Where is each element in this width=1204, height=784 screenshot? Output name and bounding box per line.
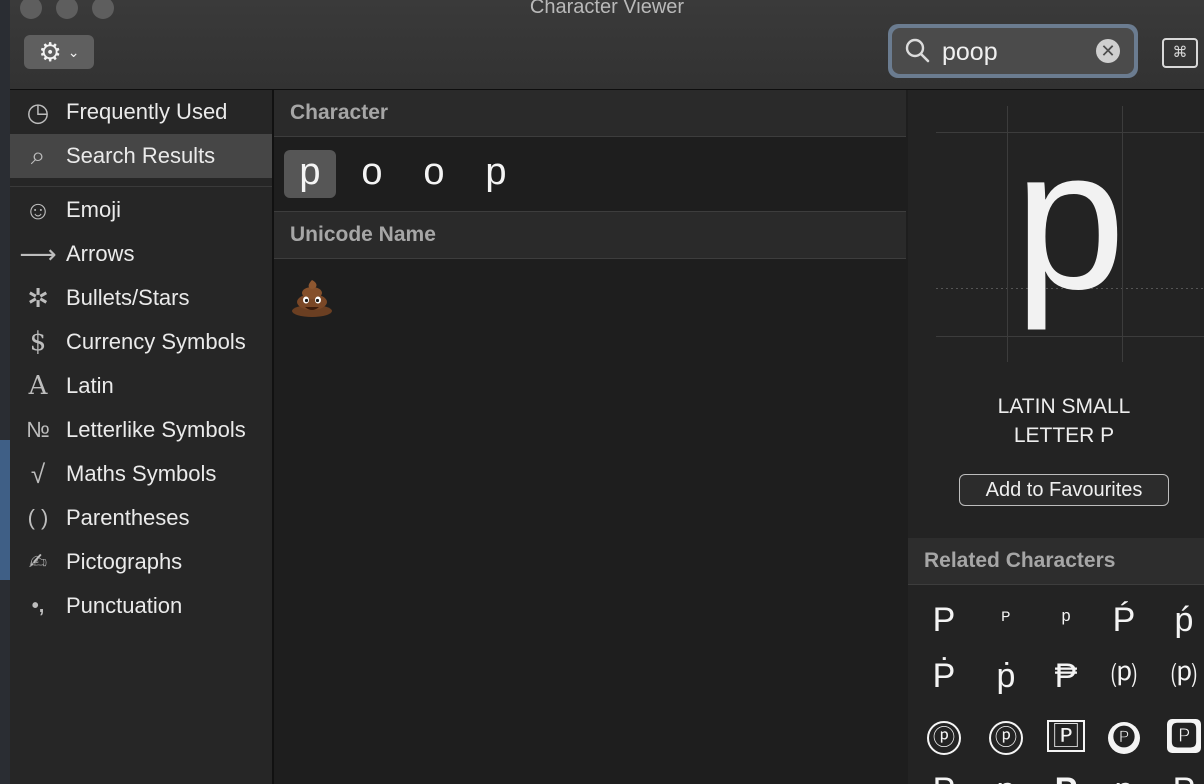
- related-character-glyph: 🅿: [1167, 719, 1201, 753]
- sidebar-item-bullets-stars[interactable]: ✲ Bullets/Stars: [10, 276, 272, 320]
- related-character[interactable]: P: [914, 592, 974, 648]
- sidebar-item-emoji[interactable]: ☺ Emoji: [10, 188, 272, 232]
- sidebar-item-maths-symbols[interactable]: √ Maths Symbols: [10, 452, 272, 496]
- character-cell[interactable]: o: [346, 150, 398, 198]
- chevron-down-icon: ⌄: [67, 43, 80, 60]
- gear-icon: ⚙: [38, 37, 62, 67]
- sidebar-item-latin[interactable]: A Latin: [10, 364, 272, 408]
- related-characters-header: Related Characters: [908, 538, 1204, 585]
- section-title: Related Characters: [924, 549, 1116, 572]
- parentheses-icon: ( ): [27, 505, 49, 530]
- square-root-icon: √: [30, 458, 46, 489]
- section-title: Unicode Name: [290, 223, 436, 246]
- related-characters-grid: P ᴾ ᵖ Ṕ ṕ Ṗ ṗ ₱ ⒫ ⒫ ⓟ ⓟ 🄿 🅟 🅿 P p P p P: [908, 590, 1204, 784]
- clock-icon: ◷: [26, 96, 50, 127]
- keyboard-viewer-icon[interactable]: ⌘: [1162, 38, 1198, 68]
- character-cell[interactable]: o: [408, 150, 460, 198]
- sidebar-item-search-results[interactable]: ⌕ Search Results: [10, 134, 272, 178]
- sidebar-item-label: Bullets/Stars: [66, 285, 190, 310]
- clear-search-icon[interactable]: ✕: [1096, 39, 1120, 63]
- magnifier-icon: ⌕: [30, 140, 46, 170]
- sidebar-item-label: Parentheses: [66, 505, 190, 530]
- sidebar-item-label: Currency Symbols: [66, 329, 246, 354]
- character-name: LATIN SMALL LETTER P: [908, 392, 1204, 450]
- unicode-name-section-header: Unicode Name: [274, 211, 906, 259]
- character-section-header: Character: [274, 90, 906, 137]
- sidebar-item-label: Pictographs: [66, 549, 183, 574]
- related-character[interactable]: Ṗ: [914, 648, 974, 704]
- related-character[interactable]: P: [914, 762, 974, 784]
- sidebar-item-arrows[interactable]: ⟶ Arrows: [10, 232, 272, 276]
- section-title: Character: [290, 101, 389, 124]
- related-character[interactable]: 🅟: [1094, 706, 1154, 762]
- results-pane: Character p o o p Unicode Name: [274, 90, 906, 784]
- related-character[interactable]: ṗ: [976, 648, 1036, 704]
- sidebar-item-punctuation[interactable]: •, Punctuation: [10, 584, 272, 628]
- sidebar-divider: [10, 186, 272, 187]
- related-character[interactable]: 🅿: [1154, 706, 1204, 762]
- smiley-icon: ☺: [24, 194, 52, 225]
- pile-of-poo-emoji[interactable]: [290, 278, 334, 318]
- sidebar-item-label: Frequently Used: [66, 99, 228, 124]
- sidebar-item-label: Maths Symbols: [66, 461, 217, 486]
- related-character[interactable]: 🄿: [1036, 706, 1096, 762]
- dollar-icon: $: [29, 327, 47, 357]
- sidebar-item-label: Arrows: [66, 241, 135, 266]
- related-character[interactable]: ⒫: [1154, 648, 1204, 704]
- sidebar-item-label: Search Results: [66, 143, 216, 168]
- related-character[interactable]: P: [1036, 762, 1096, 784]
- related-character[interactable]: ᵖ: [1036, 592, 1096, 648]
- sidebar-item-pictographs[interactable]: ✍ Pictographs: [10, 540, 272, 584]
- related-character[interactable]: p: [976, 762, 1036, 784]
- sidebar-item-label: Emoji: [66, 197, 122, 222]
- character-name-line: LATIN SMALL: [997, 395, 1131, 418]
- related-character[interactable]: ⒫: [1094, 648, 1154, 704]
- related-character[interactable]: ṕ: [1154, 592, 1204, 648]
- search-input[interactable]: [940, 36, 1094, 68]
- sidebar-item-letterlike-symbols[interactable]: № Letterlike Symbols: [10, 408, 272, 452]
- character-name-line: LETTER P: [1013, 424, 1115, 447]
- asterisk-icon: ✲: [27, 282, 49, 313]
- related-character-glyph: ⓟ: [927, 721, 961, 755]
- letter-a-icon: A: [28, 371, 48, 401]
- sidebar-item-currency-symbols[interactable]: $ Currency Symbols: [10, 320, 272, 364]
- action-menu-button[interactable]: ⚙ ⌄: [24, 35, 94, 69]
- arrow-icon: ⟶: [19, 238, 57, 269]
- numero-icon: №: [26, 417, 50, 442]
- glyph-large: p: [1014, 108, 1126, 331]
- add-to-favourites-button[interactable]: Add to Favourites: [959, 474, 1169, 506]
- related-character[interactable]: ₱: [1036, 648, 1096, 704]
- search-icon: [905, 38, 930, 63]
- related-character-glyph: 🅟: [1108, 722, 1140, 754]
- related-character-glyph: ⓟ: [989, 721, 1023, 755]
- category-sidebar: ◷ Frequently Used ⌕ Search Results ☺ Emo…: [10, 90, 274, 784]
- search-focus-ring: ✕: [888, 24, 1138, 78]
- search-field[interactable]: ✕: [892, 28, 1134, 74]
- toolbar: Character Viewer ⚙ ⌄ ✕ ⌘: [10, 0, 1204, 90]
- related-character[interactable]: Ṕ: [1094, 592, 1154, 648]
- background-window-highlight: [0, 440, 10, 580]
- punctuation-icon: •,: [31, 594, 45, 617]
- related-character[interactable]: ᴾ: [976, 592, 1036, 648]
- related-character[interactable]: ⓟ: [976, 706, 1036, 762]
- writing-hand-icon: ✍: [28, 549, 48, 574]
- sidebar-item-label: Punctuation: [66, 593, 183, 618]
- related-character[interactable]: p: [1094, 762, 1154, 784]
- glyph-preview: p: [936, 106, 1204, 362]
- window-title: Character Viewer: [529, 0, 685, 18]
- sidebar-item-frequently-used[interactable]: ◷ Frequently Used: [10, 90, 272, 134]
- character-detail-pane: p LATIN SMALL LETTER P Add to Favourites…: [908, 90, 1204, 784]
- related-character[interactable]: P: [1154, 762, 1204, 784]
- background-window-strip: [0, 0, 10, 784]
- sidebar-item-label: Latin: [66, 373, 114, 398]
- sidebar-item-label: Letterlike Symbols: [66, 417, 246, 442]
- character-cell[interactable]: p: [284, 150, 336, 198]
- guide-line: [936, 336, 1204, 337]
- related-character-glyph: 🄿: [1046, 720, 1085, 752]
- sidebar-item-parentheses[interactable]: ( ) Parentheses: [10, 496, 272, 540]
- related-character[interactable]: ⓟ: [914, 706, 974, 762]
- character-cell[interactable]: p: [470, 150, 522, 198]
